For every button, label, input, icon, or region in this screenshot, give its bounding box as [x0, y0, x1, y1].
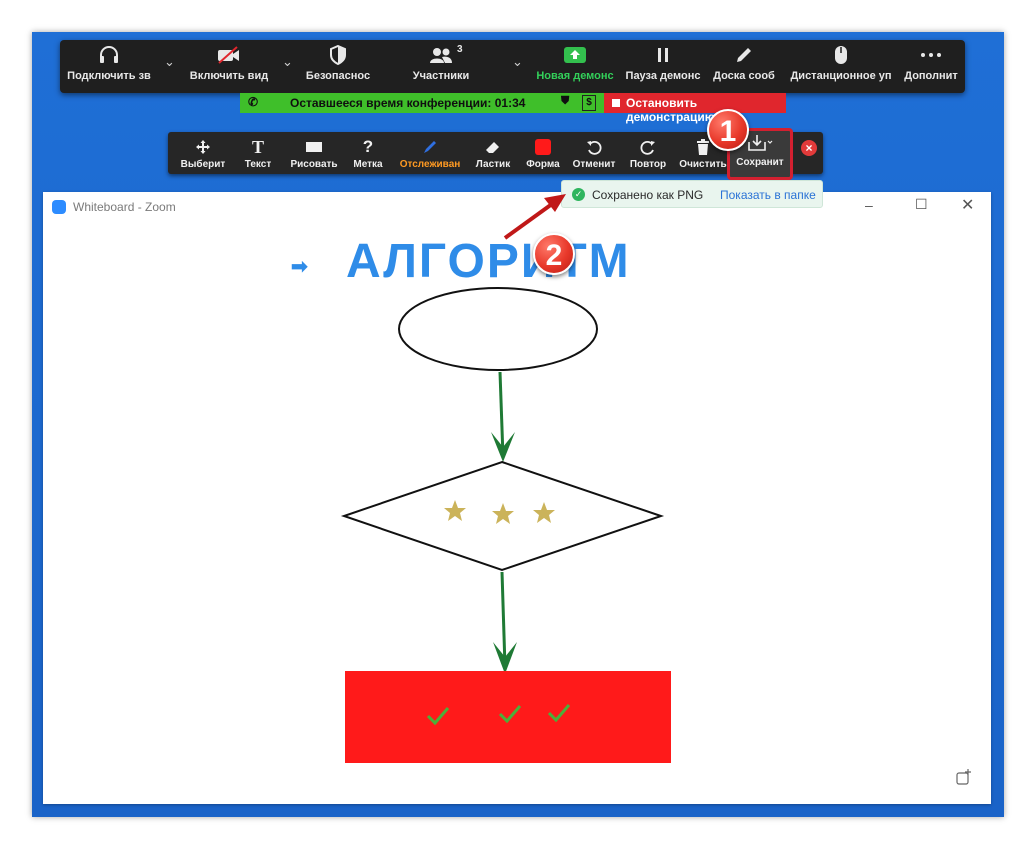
annotate-board-button[interactable]: Доска сооб: [708, 40, 780, 93]
mouse-icon: [833, 40, 849, 70]
flowchart-process-box: [345, 671, 671, 763]
stop-share-label: Остановить демонстрацию: [626, 96, 715, 124]
shield-icon: ⛊: [561, 95, 570, 107]
undo-button[interactable]: Отменит: [570, 132, 618, 174]
remote-control-button[interactable]: Дистанционное уп: [788, 40, 894, 93]
participants-button[interactable]: 3 Участники: [400, 40, 482, 93]
video-off-icon: [216, 40, 242, 70]
save-label: Сохранит: [736, 157, 784, 168]
chevron-down-icon[interactable]: ⌄: [164, 54, 175, 70]
draw-tool[interactable]: Рисовать: [286, 132, 342, 174]
rectangle-icon: [306, 135, 322, 159]
participants-count: 3: [457, 44, 463, 55]
saved-toast: ✓ Сохранено как PNG Показать в папке: [561, 180, 823, 208]
close-toolbar-icon[interactable]: ×: [801, 140, 817, 156]
stop-icon: [612, 99, 620, 107]
annotate-board-label: Доска сооб: [713, 70, 775, 82]
security-button[interactable]: Безопаснос: [298, 40, 378, 93]
remaining-time-text: Оставшееся время конференции: 01:34: [290, 96, 526, 110]
more-button[interactable]: Дополнит: [900, 40, 962, 93]
redo-icon: [640, 135, 656, 159]
whiteboard-window: Whiteboard - Zoom – ☐ ✕ ➡ АЛГОРИТМ: [43, 192, 991, 804]
redo-label: Повтор: [629, 159, 667, 170]
move-icon: [195, 135, 211, 159]
format-label: Форма: [526, 159, 560, 170]
remote-control-label: Дистанционное уп: [790, 70, 892, 82]
pause-share-button[interactable]: Пауза демонс: [622, 40, 704, 93]
chevron-down-icon[interactable]: ⌄: [512, 54, 523, 70]
new-share-button[interactable]: Новая демонс: [534, 40, 616, 93]
format-tool[interactable]: Форма: [522, 132, 564, 174]
remaining-time-strip: ✆ Оставшееся время конференции: 01:34 ⛊ …: [240, 93, 604, 113]
share-screen-icon: [563, 40, 587, 70]
eraser-icon: [485, 135, 501, 159]
eraser-label: Ластик: [475, 159, 511, 170]
clear-label: Очистить: [679, 159, 727, 170]
audio-button[interactable]: Подключить зв: [66, 40, 152, 93]
redo-button[interactable]: Повтор: [626, 132, 670, 174]
spotlight-pen-icon: [422, 135, 438, 159]
text-label: Текст: [244, 159, 272, 170]
audio-label: Подключить зв: [67, 70, 151, 82]
participants-label: Участники: [412, 70, 470, 82]
draw-label: Рисовать: [290, 159, 338, 170]
meeting-control-bar: Подключить зв ⌄ Включить вид ⌄ Безопасно…: [60, 40, 965, 93]
shield-icon: [329, 40, 347, 70]
question-mark-icon: ?: [362, 137, 374, 156]
flowchart: [340, 287, 671, 763]
video-label: Включить вид: [189, 70, 269, 82]
headphones-icon: [98, 40, 120, 70]
more-label: Дополнит: [904, 70, 958, 82]
step-badge-1: 1: [707, 109, 749, 151]
chevron-down-icon[interactable]: ⌄: [282, 54, 293, 70]
toast-message: Сохранено как PNG: [592, 188, 704, 202]
eraser-tool[interactable]: Ластик: [470, 132, 516, 174]
spotlight-label: Отслеживан: [399, 159, 461, 170]
text-icon: T: [251, 136, 264, 157]
text-tool[interactable]: T Текст: [238, 132, 278, 174]
select-tool[interactable]: Выберит: [176, 132, 230, 174]
phone-icon: ✆: [248, 95, 259, 109]
security-label: Безопаснос: [305, 70, 371, 82]
flowchart-connector: [500, 571, 507, 668]
color-swatch-icon: [535, 135, 551, 159]
stop-share-button[interactable]: Остановить демонстрацию: [604, 93, 786, 124]
select-label: Выберит: [180, 159, 226, 170]
undo-label: Отменит: [572, 159, 616, 170]
participants-icon: 3: [427, 40, 463, 70]
spotlight-tool[interactable]: Отслеживан: [398, 132, 462, 174]
check-circle-icon: ✓: [572, 188, 585, 201]
dollar-icon: $: [582, 95, 596, 111]
step-badge-2: 2: [533, 233, 575, 275]
stamp-tool[interactable]: ? Метка: [348, 132, 388, 174]
show-in-folder-link[interactable]: Показать в папке: [720, 188, 816, 202]
more-icon: [920, 40, 942, 70]
undo-icon: [586, 135, 602, 159]
pause-share-label: Пауза демонс: [625, 70, 701, 82]
pencil-icon: [734, 40, 754, 70]
video-button[interactable]: Включить вид: [186, 40, 272, 93]
pause-icon: [654, 40, 672, 70]
stamp-label: Метка: [353, 159, 383, 170]
new-share-label: Новая демонс: [536, 70, 614, 82]
flowchart-start-ellipse: [398, 287, 598, 371]
new-window-icon[interactable]: [955, 768, 973, 791]
